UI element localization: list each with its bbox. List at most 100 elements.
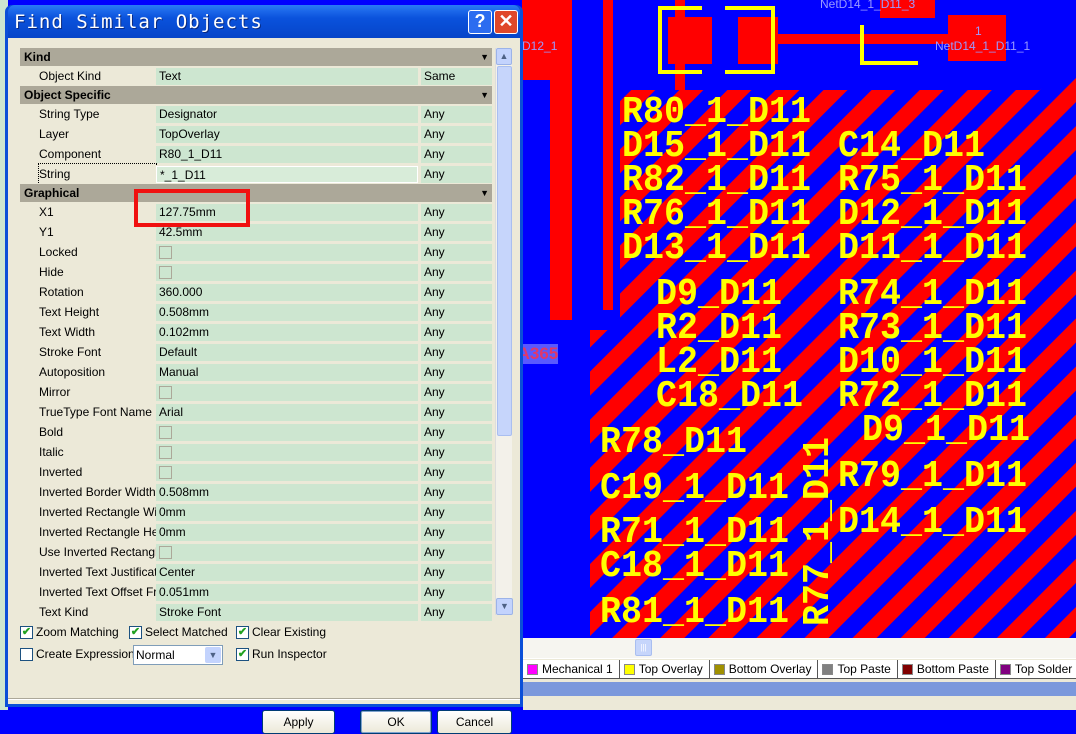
property-value[interactable]: 0.508mm bbox=[156, 304, 418, 321]
match-value[interactable]: Any bbox=[421, 106, 492, 123]
apply-button[interactable]: Apply bbox=[262, 710, 335, 734]
checkbox[interactable] bbox=[159, 386, 172, 400]
match-value[interactable]: Any bbox=[421, 284, 492, 301]
property-value[interactable]: Center bbox=[156, 564, 418, 581]
designator-label[interactable]: C18_1_D11 bbox=[600, 545, 789, 588]
clear-existing-checkbox[interactable]: ✔ Clear Existing bbox=[236, 625, 326, 639]
property-value[interactable]: 0mm bbox=[156, 504, 418, 521]
title-bar[interactable]: Find Similar Objects ? ✕ bbox=[8, 5, 520, 38]
match-value[interactable]: Any bbox=[421, 344, 492, 361]
checkbox[interactable] bbox=[159, 266, 172, 280]
string-input[interactable]: *_1_D11 bbox=[156, 166, 418, 183]
match-value[interactable]: Any bbox=[421, 544, 492, 561]
cancel-button[interactable]: Cancel bbox=[437, 710, 512, 734]
designator-label[interactable]: C19_1_D11 bbox=[600, 467, 789, 510]
layer-tab[interactable]: Top Overlay bbox=[619, 660, 710, 679]
collapse-icon[interactable]: ▼ bbox=[480, 86, 489, 104]
checkbox[interactable] bbox=[159, 426, 172, 440]
scroll-up-icon[interactable]: ▲ bbox=[496, 48, 512, 65]
select-matched-checkbox[interactable]: ✔ Select Matched bbox=[129, 625, 228, 639]
vertical-scrollbar[interactable]: ▲ ▼ bbox=[495, 48, 513, 615]
match-value[interactable]: Any bbox=[421, 444, 492, 461]
layer-tab[interactable]: Mechanical 1 bbox=[523, 660, 620, 679]
ok-button[interactable]: OK bbox=[360, 710, 432, 734]
designator-label[interactable]: D9_1_D11 bbox=[862, 409, 1030, 452]
designator-label[interactable]: R77_1_D11 bbox=[797, 437, 840, 626]
match-value[interactable]: Any bbox=[421, 146, 492, 163]
match-value[interactable]: Any bbox=[421, 504, 492, 521]
scroll-thumb[interactable] bbox=[497, 66, 512, 436]
match-value[interactable]: Any bbox=[421, 384, 492, 401]
select-matched-label: Select Matched bbox=[145, 625, 228, 639]
property-value[interactable] bbox=[156, 384, 418, 401]
property-value[interactable]: Default bbox=[156, 344, 418, 361]
match-value[interactable]: Any bbox=[421, 126, 492, 143]
layer-tab[interactable]: Bottom Overlay bbox=[709, 660, 819, 679]
match-value[interactable]: Any bbox=[421, 464, 492, 481]
match-value[interactable]: Any bbox=[421, 166, 492, 183]
match-value[interactable]: Any bbox=[421, 224, 492, 241]
create-expression-checkbox[interactable]: Create Expression bbox=[20, 647, 135, 661]
chevron-down-icon[interactable]: ▼ bbox=[205, 647, 221, 663]
designator-label[interactable]: C18_D11 bbox=[656, 375, 803, 418]
designator-label[interactable]: R79_1_D11 bbox=[838, 455, 1027, 498]
group-header-kind[interactable]: Kind ▼ bbox=[20, 48, 492, 66]
match-value[interactable]: Any bbox=[421, 524, 492, 541]
match-value[interactable]: Any bbox=[421, 564, 492, 581]
collapse-icon[interactable]: ▼ bbox=[480, 48, 489, 66]
designator-label[interactable]: R78_D11 bbox=[600, 421, 747, 464]
group-header-object-specific[interactable]: Object Specific ▼ bbox=[20, 86, 492, 104]
property-value[interactable] bbox=[156, 544, 418, 561]
match-value[interactable]: Any bbox=[421, 424, 492, 441]
checkbox[interactable] bbox=[159, 446, 172, 460]
help-button[interactable]: ? bbox=[468, 9, 492, 34]
property-value[interactable] bbox=[156, 244, 418, 261]
match-value[interactable]: Any bbox=[421, 364, 492, 381]
property-value[interactable]: Text bbox=[156, 68, 418, 85]
property-value[interactable]: Stroke Font bbox=[156, 604, 418, 621]
zoom-matching-checkbox[interactable]: ✔ Zoom Matching bbox=[20, 625, 119, 639]
property-value[interactable]: TopOverlay bbox=[156, 126, 418, 143]
property-value[interactable]: R80_1_D11 bbox=[156, 146, 418, 163]
property-value[interactable]: Designator bbox=[156, 106, 418, 123]
property-value[interactable] bbox=[156, 264, 418, 281]
property-value[interactable] bbox=[156, 464, 418, 481]
property-value[interactable]: Arial bbox=[156, 404, 418, 421]
match-value[interactable]: Any bbox=[421, 304, 492, 321]
property-value[interactable] bbox=[156, 424, 418, 441]
layer-tab[interactable]: Top Paste bbox=[818, 660, 898, 679]
close-button[interactable]: ✕ bbox=[494, 9, 518, 34]
match-value[interactable]: Same bbox=[421, 68, 492, 85]
checkbox[interactable] bbox=[159, 546, 172, 560]
group-header-graphical[interactable]: Graphical ▼ bbox=[20, 184, 492, 202]
layer-tab[interactable]: Top Solder bbox=[995, 660, 1076, 679]
property-value[interactable]: 0.508mm bbox=[156, 484, 418, 501]
match-value[interactable]: Any bbox=[421, 604, 492, 621]
scroll-thumb[interactable]: ||| bbox=[635, 639, 652, 656]
property-value[interactable] bbox=[156, 444, 418, 461]
property-value[interactable]: 0mm bbox=[156, 524, 418, 541]
property-value[interactable]: Manual bbox=[156, 364, 418, 381]
collapse-icon[interactable]: ▼ bbox=[480, 184, 489, 202]
match-value[interactable]: Any bbox=[421, 584, 492, 601]
match-value[interactable]: Any bbox=[421, 244, 492, 261]
designator-label[interactable]: D13_1_D11 bbox=[622, 227, 811, 270]
run-inspector-checkbox[interactable]: ✔ Run Inspector bbox=[236, 647, 327, 661]
match-value[interactable]: Any bbox=[421, 324, 492, 341]
property-value[interactable]: 360.000 bbox=[156, 284, 418, 301]
match-value[interactable]: Any bbox=[421, 404, 492, 421]
property-value[interactable]: 0.102mm bbox=[156, 324, 418, 341]
horizontal-scrollbar[interactable]: ||| bbox=[523, 638, 1076, 658]
match-value[interactable]: Any bbox=[421, 204, 492, 221]
checkbox[interactable] bbox=[159, 466, 172, 480]
layer-tab[interactable]: Bottom Paste bbox=[897, 660, 996, 679]
property-value[interactable]: 0.051mm bbox=[156, 584, 418, 601]
expression-mode-select[interactable]: Normal ▼ bbox=[133, 645, 223, 665]
designator-label[interactable]: D11_1_D11 bbox=[838, 227, 1027, 270]
designator-label[interactable]: R81_1_D11 bbox=[600, 591, 789, 634]
designator-label[interactable]: D14_1_D11 bbox=[838, 501, 1027, 544]
match-value[interactable]: Any bbox=[421, 264, 492, 281]
scroll-down-icon[interactable]: ▼ bbox=[496, 598, 513, 615]
checkbox[interactable] bbox=[159, 246, 172, 260]
match-value[interactable]: Any bbox=[421, 484, 492, 501]
